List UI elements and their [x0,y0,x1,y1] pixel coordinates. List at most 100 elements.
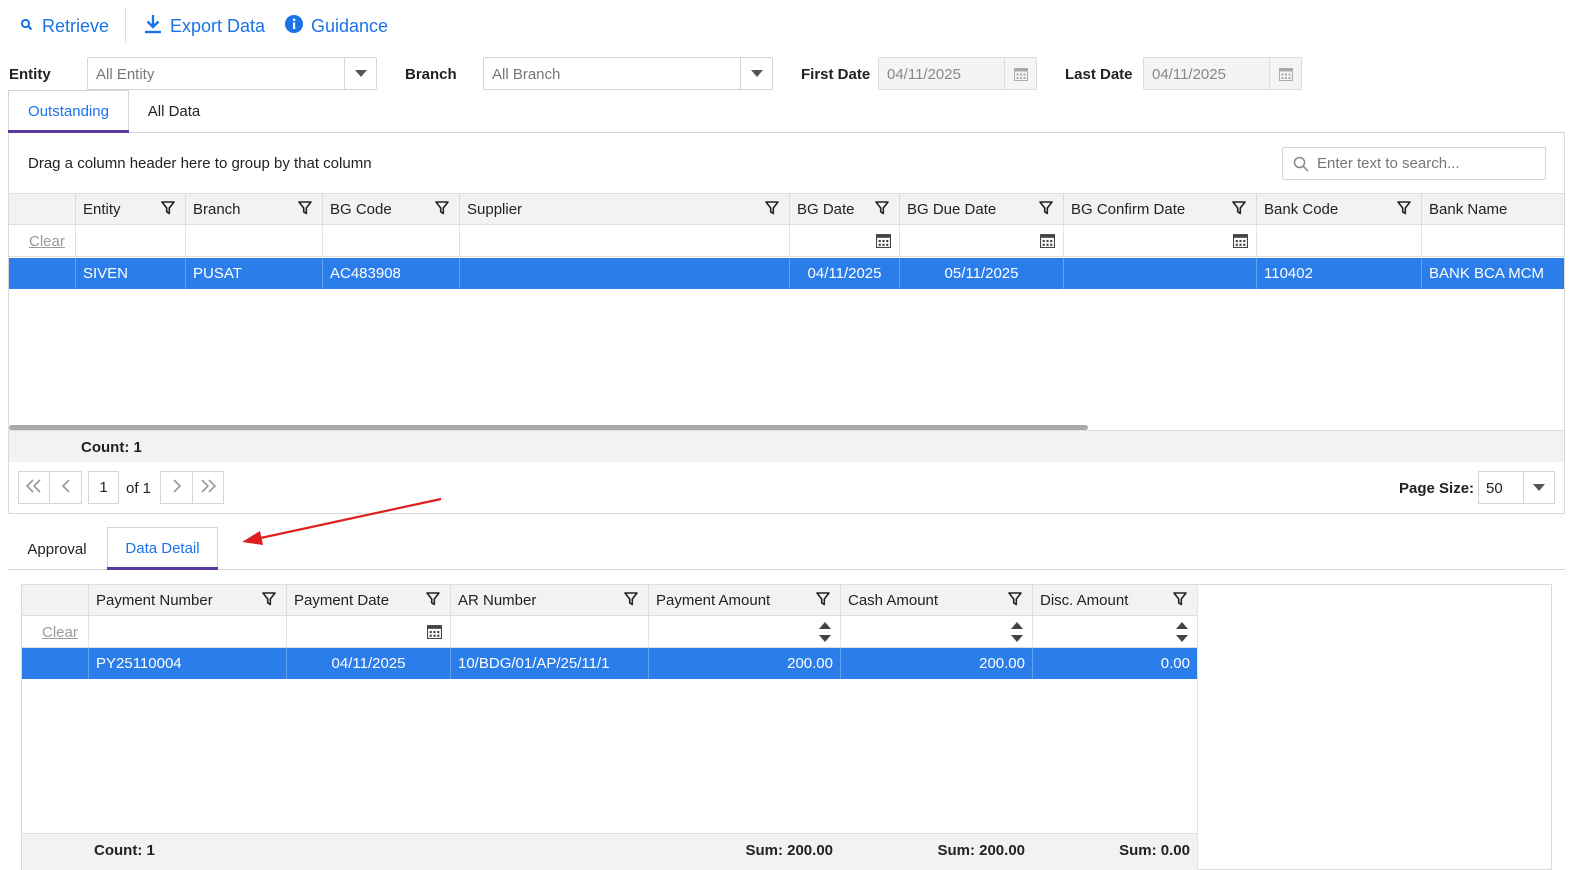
retrieve-label: Retrieve [42,15,110,36]
col-bg-confirm-date[interactable]: BG Confirm Date [1063,194,1256,225]
filter-cell-bank-name[interactable] [1421,225,1564,256]
filter-cell-ar-number[interactable] [450,616,648,647]
tab-outstanding[interactable]: Outstanding [8,90,129,133]
col-bg-due-date[interactable]: BG Due Date [899,194,1063,225]
entity-select[interactable]: All Entity [87,57,377,90]
tab-all-data[interactable]: All Data [134,90,214,132]
col-bg-date[interactable]: BG Date [789,194,899,225]
calendar-icon[interactable] [427,624,442,643]
tab-data-detail[interactable]: Data Detail [107,527,218,570]
col-bank-name[interactable]: Bank Name [1421,194,1564,225]
guidance-button[interactable]: Guidance [285,10,388,42]
filter-cell-bg-due-date[interactable] [899,225,1063,256]
filter-cell-payment-number[interactable] [88,616,286,647]
double-chevron-right-icon [199,478,217,498]
col-bg-due-date-label: BG Due Date [907,201,997,218]
cell-branch: PUSAT [185,258,322,289]
tab-approval[interactable]: Approval [15,528,99,570]
filter-icon[interactable] [765,201,779,219]
calendar-icon[interactable] [876,233,891,252]
row-indicator [22,648,88,679]
col-branch[interactable]: Branch [185,194,322,225]
clear-filter-link[interactable]: Clear [42,624,78,641]
chevron-down-icon[interactable] [344,58,376,89]
search-icon [1293,156,1309,172]
col-ar-number[interactable]: AR Number [450,585,648,616]
grid1-footer: Count: 1 [9,430,1564,462]
grid-search-input[interactable]: Enter text to search... [1282,147,1546,180]
filter-cell-cash-amount[interactable] [840,616,1032,647]
entity-select-value: All Entity [96,66,155,83]
filter-icon[interactable] [1232,201,1246,219]
first-page-button[interactable] [18,471,50,504]
page-number-input[interactable]: 1 [88,471,119,504]
col-cash-amount[interactable]: Cash Amount [840,585,1032,616]
filter-icon[interactable] [816,592,830,610]
calendar-icon[interactable] [1040,233,1055,252]
col-entity[interactable]: Entity [75,194,185,225]
col-disc-amount[interactable]: Disc. Amount [1032,585,1197,616]
filter-cell-payment-amount[interactable] [648,616,840,647]
filter-cell-payment-date[interactable] [286,616,450,647]
filter-cell-bg-date[interactable] [789,225,899,256]
download-icon [144,14,162,39]
filter-icon[interactable] [1397,201,1411,219]
col-bank-code[interactable]: Bank Code [1256,194,1421,225]
chevron-left-icon [61,478,71,498]
table-row[interactable]: PY25110004 04/11/2025 10/BDG/01/AP/25/11… [22,648,1197,679]
first-date-field[interactable]: 04/11/2025 [878,57,1037,90]
clear-filter-link[interactable]: Clear [29,233,65,250]
chevron-down-icon[interactable] [1523,472,1554,503]
filter-icon[interactable] [426,592,440,610]
grid2-header: Payment Number Payment Date AR Number Pa… [22,584,1197,616]
calendar-icon[interactable] [1269,58,1301,89]
last-date-field[interactable]: 04/11/2025 [1143,57,1302,90]
filter-cell-bg-confirm-date[interactable] [1063,225,1256,256]
filter-cell-bg-code[interactable] [322,225,459,256]
filter-icon[interactable] [435,201,449,219]
sum-cash-amount: Sum: 200.00 [937,842,1025,859]
export-data-button[interactable]: Export Data [144,10,265,42]
filter-cell-branch[interactable] [185,225,322,256]
last-page-button[interactable] [192,471,224,504]
filter-icon[interactable] [624,592,638,610]
toolbar-separator [125,8,126,42]
filter-icon[interactable] [161,201,175,219]
filter-cell-supplier[interactable] [459,225,789,256]
col-supplier[interactable]: Supplier [459,194,789,225]
filter-icon[interactable] [262,592,276,610]
retrieve-button[interactable]: Retrieve [20,10,109,42]
col-payment-date[interactable]: Payment Date [286,585,450,616]
chevron-down-icon[interactable] [740,58,772,89]
filter-cell-entity[interactable] [75,225,185,256]
table-row[interactable]: SIVEN PUSAT AC483908 04/11/2025 05/11/20… [9,258,1564,289]
filter-icon[interactable] [1039,201,1053,219]
cell-bank-code: 110402 [1256,258,1421,289]
sum-disc-amount: Sum: 0.00 [1119,842,1190,859]
search-icon [20,16,34,37]
col-payment-amount[interactable]: Payment Amount [648,585,840,616]
prev-page-button[interactable] [49,471,82,504]
col-bg-code[interactable]: BG Code [322,194,459,225]
calendar-icon[interactable] [1004,58,1036,89]
spin-arrows-icon[interactable] [819,620,831,648]
col-supplier-label: Supplier [467,201,523,218]
spin-arrows-icon[interactable] [1011,620,1023,648]
next-page-button[interactable] [160,471,193,504]
filter-icon[interactable] [1173,592,1187,610]
filter-icon[interactable] [298,201,312,219]
spin-arrows-icon[interactable] [1176,620,1188,648]
grid-search-placeholder: Enter text to search... [1317,155,1460,172]
filter-cell-disc-amount[interactable] [1032,616,1197,647]
filter-icon[interactable] [875,201,889,219]
filter-cell-bank-code[interactable] [1256,225,1421,256]
col-payment-number[interactable]: Payment Number [88,585,286,616]
grid1-header: Entity Branch BG Code Supplier BG Date B… [9,193,1564,225]
calendar-icon[interactable] [1233,233,1248,252]
cell-ar-number: 10/BDG/01/AP/25/11/1 [450,648,648,679]
col-payment-number-label: Payment Number [96,592,213,609]
filter-icon[interactable] [1008,592,1022,610]
col-branch-label: Branch [193,201,241,218]
branch-select[interactable]: All Branch [483,57,773,90]
page-size-select[interactable]: 50 [1478,471,1555,504]
